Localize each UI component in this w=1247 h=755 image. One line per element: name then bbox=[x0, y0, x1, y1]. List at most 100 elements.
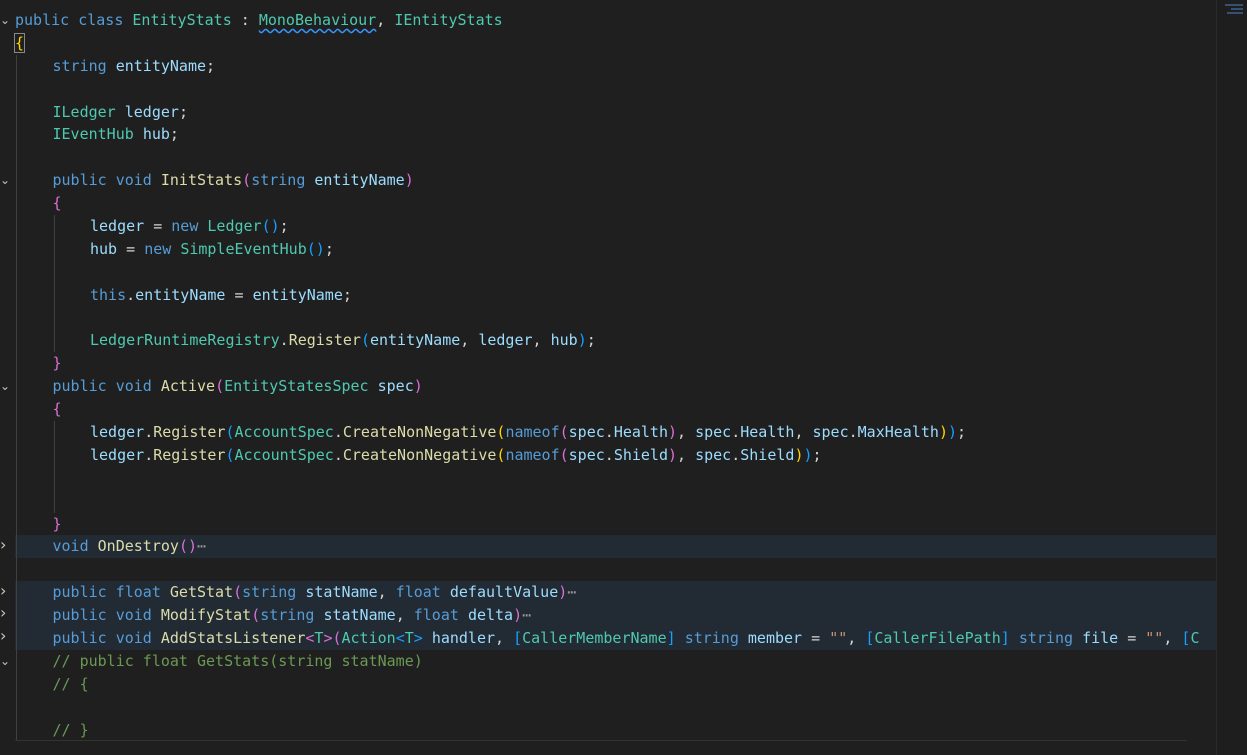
code-token: [ bbox=[513, 629, 523, 648]
code-editor[interactable]: ⌄ ⌄ ⌄ › › › › ⌄ public class EntityStats : Mono… bbox=[0, 0, 1217, 755]
code-line[interactable]: // public float GetStats(string statName… bbox=[15, 649, 1217, 673]
code-line[interactable] bbox=[15, 466, 1217, 490]
code-line[interactable]: ledger.Register(AccountSpec.CreateNonNeg… bbox=[15, 443, 1217, 467]
code-token: ; bbox=[178, 102, 188, 121]
code-line[interactable] bbox=[15, 489, 1217, 513]
code-line[interactable]: LedgerRuntimeRegistry.Register(entityNam… bbox=[15, 329, 1217, 353]
code-line[interactable] bbox=[15, 558, 1217, 582]
code-token: ( bbox=[332, 629, 342, 648]
code-token: ; bbox=[812, 445, 822, 464]
code-area[interactable]: public class EntityStats : MonoBehaviour… bbox=[13, 9, 1217, 742]
code-line[interactable]: this.entityName = entityName; bbox=[15, 283, 1217, 307]
code-token: string bbox=[52, 56, 107, 75]
code-line[interactable] bbox=[15, 260, 1217, 284]
horizontal-scrollbar[interactable] bbox=[15, 740, 1187, 755]
code-line[interactable]: } bbox=[15, 512, 1217, 536]
code-token: . bbox=[604, 445, 614, 464]
code-token: hub bbox=[142, 125, 170, 144]
fold-gutter: ⌄ ⌄ ⌄ › › › › ⌄ bbox=[0, 0, 15, 755]
code-line[interactable]: string entityName; bbox=[15, 54, 1217, 78]
code-token: CreateNonNegative bbox=[342, 445, 497, 464]
code-token: ] bbox=[1000, 629, 1010, 648]
code-token: new bbox=[144, 239, 172, 258]
code-token: hub bbox=[90, 239, 118, 258]
chevron-right-icon[interactable]: › bbox=[0, 536, 12, 552]
indent-guide bbox=[16, 604, 17, 628]
code-token: = bbox=[144, 217, 172, 236]
indent-guide bbox=[53, 466, 55, 490]
code-token: = bbox=[117, 239, 145, 258]
code-line[interactable] bbox=[15, 306, 1217, 330]
code-token: AccountSpec bbox=[234, 445, 334, 464]
chevron-down-icon[interactable]: ⌄ bbox=[0, 654, 12, 668]
indent-guide bbox=[16, 558, 17, 582]
code-line[interactable]: public class EntityStats : MonoBehaviour… bbox=[15, 9, 1217, 32]
code-token: , bbox=[1163, 629, 1182, 648]
code-token: string bbox=[242, 583, 297, 602]
code-line[interactable]: } bbox=[15, 352, 1217, 376]
code-line[interactable] bbox=[15, 695, 1217, 719]
code-token: AddStatsListener bbox=[160, 629, 306, 648]
indent-guide bbox=[16, 123, 17, 147]
chevron-down-icon[interactable]: ⌄ bbox=[0, 173, 12, 187]
code-line[interactable]: // { bbox=[15, 672, 1217, 696]
code-token: ; bbox=[206, 56, 216, 75]
indent-guide bbox=[16, 535, 17, 559]
code-line[interactable]: ledger = new Ledger(); bbox=[15, 215, 1217, 238]
code-token: ) bbox=[413, 377, 423, 396]
code-line[interactable]: public float GetStat(string statName, fl… bbox=[15, 581, 1217, 605]
minimap[interactable] bbox=[1216, 0, 1247, 755]
code-token: CreateNonNegative bbox=[342, 423, 497, 442]
chevron-down-icon[interactable]: ⌄ bbox=[0, 13, 12, 27]
code-token: entityName bbox=[369, 331, 461, 350]
code-token: OnDestroy bbox=[97, 537, 179, 556]
code-line[interactable]: { bbox=[13, 32, 1217, 55]
code-line[interactable]: void OnDestroy()⋯ bbox=[15, 535, 1217, 559]
indent-guide bbox=[16, 443, 17, 467]
code-line[interactable]: // } bbox=[15, 718, 1217, 742]
code-token: T bbox=[404, 629, 414, 648]
chevron-down-icon[interactable]: ⌄ bbox=[0, 379, 12, 393]
code-token: CallerFilePath bbox=[874, 629, 1001, 648]
indent-guide bbox=[53, 489, 55, 513]
code-token: public bbox=[52, 606, 107, 625]
code-token: ) bbox=[668, 423, 678, 442]
code-token: spec bbox=[812, 423, 849, 442]
code-token: entityName bbox=[135, 285, 226, 304]
chevron-right-icon[interactable]: › bbox=[0, 628, 12, 644]
indent-guide bbox=[53, 260, 55, 284]
code-token: EntityStatesSpec bbox=[224, 377, 369, 396]
code-token: = bbox=[802, 629, 830, 648]
code-line[interactable]: IEventHub hub; bbox=[15, 123, 1217, 147]
code-line[interactable]: ILedger ledger; bbox=[15, 100, 1217, 124]
code-line[interactable]: { bbox=[15, 398, 1217, 422]
code-token: AccountSpec bbox=[234, 423, 334, 442]
code-token: Active bbox=[160, 377, 216, 396]
chevron-right-icon[interactable]: › bbox=[0, 605, 12, 621]
code-line[interactable] bbox=[15, 77, 1217, 101]
code-line[interactable]: ledger.Register(AccountSpec.CreateNonNeg… bbox=[15, 421, 1217, 444]
code-line[interactable] bbox=[15, 146, 1217, 170]
code-token: ledger bbox=[90, 445, 145, 464]
indent-guide bbox=[16, 329, 17, 353]
code-token: ; bbox=[169, 125, 179, 144]
code-token: spec bbox=[377, 377, 414, 396]
code-line[interactable]: public void InitStats(string entityName) bbox=[15, 169, 1217, 193]
indent-guide bbox=[53, 329, 55, 353]
chevron-right-icon[interactable]: › bbox=[0, 582, 12, 598]
code-line[interactable]: public void ModifyStat(string statName, … bbox=[15, 604, 1217, 628]
code-line[interactable]: public void Active(EntityStatesSpec spec… bbox=[15, 375, 1217, 399]
code-token: nameof bbox=[505, 445, 560, 464]
code-token: = bbox=[225, 285, 253, 304]
code-line[interactable]: public void AddStatsListener<T>(Action<T… bbox=[15, 627, 1217, 650]
code-line[interactable]: hub = new SimpleEventHub(); bbox=[15, 237, 1217, 261]
indent-guide bbox=[16, 77, 17, 101]
minimap-highlight bbox=[1225, 4, 1243, 6]
code-line[interactable]: { bbox=[15, 192, 1217, 216]
code-token: ⋯ bbox=[567, 583, 577, 602]
